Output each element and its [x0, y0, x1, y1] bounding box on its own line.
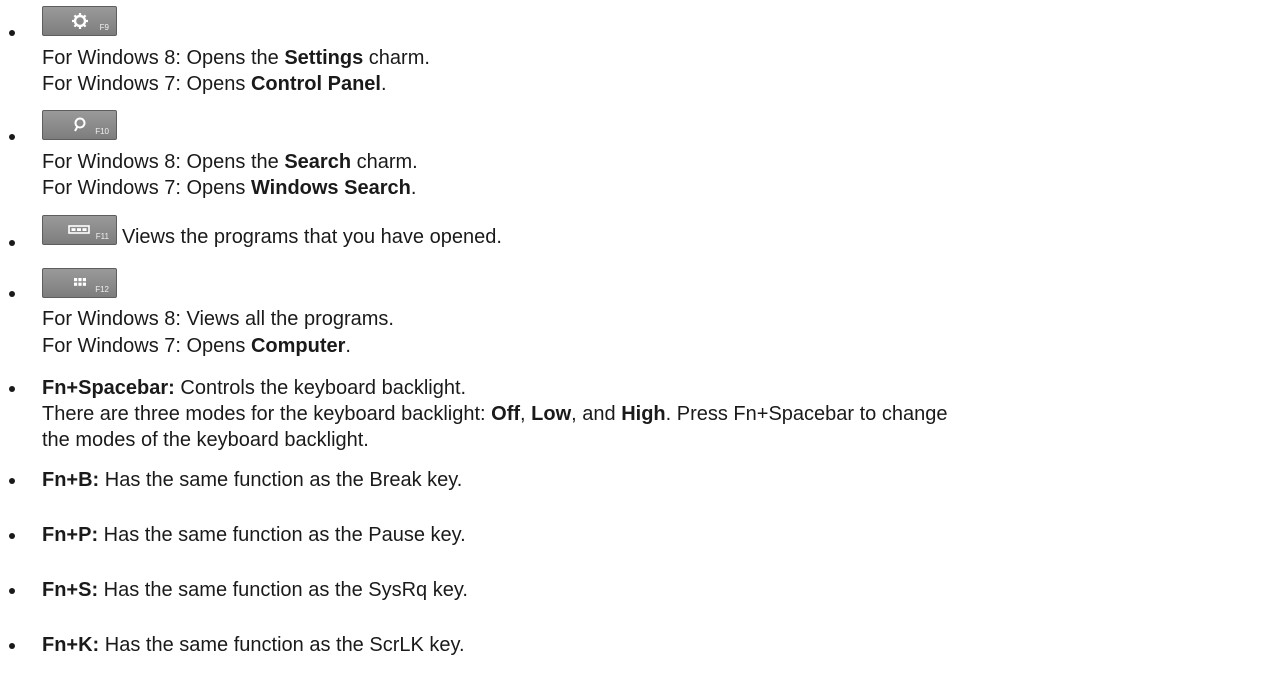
description-line: For Windows 7: Opens Computer. — [42, 335, 351, 357]
f9-key: F9 — [42, 6, 117, 36]
bullet — [9, 291, 15, 297]
f11-key: F11 — [42, 215, 117, 245]
description-line: For Windows 7: Opens Windows Search. — [42, 177, 417, 199]
gear-icon — [72, 13, 88, 29]
description-line: Fn+K: Has the same function as the ScrLK… — [42, 634, 465, 656]
description-line: Fn+S: Has the same function as the SysRq… — [42, 579, 468, 601]
key-label: F12 — [95, 285, 109, 294]
bullet — [9, 643, 15, 649]
key-label: F9 — [99, 23, 109, 32]
task-switch-icon — [68, 225, 90, 234]
description-line: the modes of the keyboard backlight. — [42, 429, 369, 451]
search-icon — [74, 117, 86, 132]
description-line: Fn+P: Has the same function as the Pause… — [42, 524, 466, 546]
f12-key: F12 — [42, 268, 117, 298]
description-line: For Windows 8: Opens the Settings charm. — [42, 47, 430, 69]
key-label: F10 — [95, 127, 109, 136]
description-line: For Windows 8: Opens the Search charm. — [42, 151, 418, 173]
apps-grid-icon — [74, 278, 86, 286]
bullet — [9, 588, 15, 594]
description-text: Views the programs that you have opened. — [122, 226, 502, 248]
description-line: For Windows 8: Views all the programs. — [42, 308, 394, 330]
f10-key: F10 — [42, 110, 117, 140]
bullet — [9, 134, 15, 140]
bullet — [9, 386, 15, 392]
description-line: Fn+Spacebar: Controls the keyboard backl… — [42, 377, 467, 399]
bullet — [9, 240, 15, 246]
bullet — [9, 533, 15, 539]
bullet — [9, 30, 15, 36]
description-line: For Windows 7: Opens Control Panel. — [42, 73, 387, 95]
bullet — [9, 478, 15, 484]
description-line: Fn+B: Has the same function as the Break… — [42, 469, 463, 491]
key-label: F11 — [95, 232, 109, 241]
description-line: There are three modes for the keyboard b… — [42, 403, 948, 425]
